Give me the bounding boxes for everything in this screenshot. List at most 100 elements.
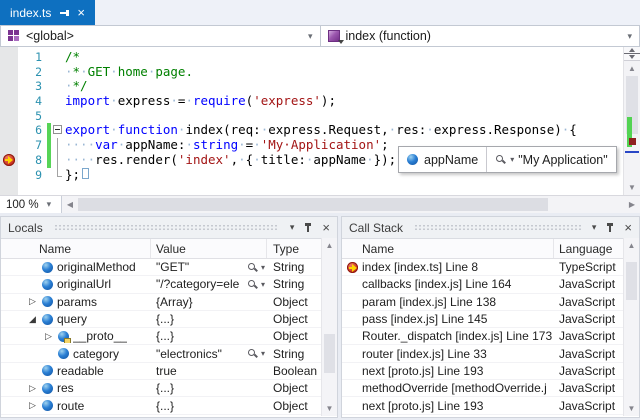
- datatip-variable[interactable]: appName: [399, 147, 486, 172]
- code-token: ·: [185, 137, 193, 152]
- zoom-selector[interactable]: 100 % ▾: [0, 196, 62, 213]
- scroll-down-button[interactable]: ▼: [322, 401, 337, 416]
- locals-row-originalMethod[interactable]: originalMethod"GET"▾String: [1, 259, 322, 276]
- scrollbar-thumb[interactable]: [324, 334, 335, 372]
- code-line-2[interactable]: ·*·GET·home·page.: [65, 65, 623, 80]
- pin-icon[interactable]: [303, 223, 313, 233]
- scrollbar-thumb[interactable]: [626, 262, 637, 300]
- column-header-name[interactable]: Name: [1, 239, 151, 258]
- value-visualizer[interactable]: ▾: [247, 279, 267, 290]
- callstack-column-headers[interactable]: Name Language: [342, 239, 639, 259]
- scrollbar-track[interactable]: [625, 253, 638, 401]
- tab-index-ts[interactable]: index.ts ×: [0, 0, 95, 25]
- column-header-type[interactable]: Type: [267, 239, 322, 258]
- code-line-5[interactable]: [65, 109, 623, 124]
- column-header-value[interactable]: Value: [151, 239, 267, 258]
- locals-row-route[interactable]: ▷route{...}Object: [1, 397, 322, 414]
- code-token: ,: [231, 152, 239, 167]
- locals-column-headers[interactable]: Name Value Type: [1, 239, 337, 259]
- magnifier-icon[interactable]: [247, 279, 258, 290]
- expander-collapsed-icon[interactable]: ▷: [27, 296, 38, 307]
- locals-row-proto[interactable]: ▷__proto__{...}Object: [1, 328, 322, 345]
- expander-collapsed-icon[interactable]: ▷: [43, 331, 54, 342]
- collapse-toggle-icon[interactable]: [52, 123, 65, 138]
- callstack-row-2[interactable]: callbacks [index.js] Line 164JavaScript: [342, 276, 624, 293]
- pin-icon[interactable]: [59, 8, 69, 18]
- code-line-1[interactable]: /*: [65, 50, 623, 65]
- callstack-row-7[interactable]: next [proto.js] Line 193JavaScript: [342, 363, 624, 380]
- callstack-row-3[interactable]: param [index.js] Line 138JavaScript: [342, 294, 624, 311]
- callstack-row-9[interactable]: next [proto.js] Line 193JavaScript: [342, 397, 624, 414]
- breakpoint-margin[interactable]: [0, 47, 18, 195]
- member-dropdown[interactable]: index (function) ▾: [321, 25, 640, 47]
- expander-expanded-icon[interactable]: ◢: [27, 314, 38, 325]
- locals-title-bar[interactable]: Locals ▾ ×: [1, 217, 337, 239]
- scroll-left-button[interactable]: ◀: [62, 196, 78, 213]
- scroll-right-button[interactable]: ▶: [624, 196, 640, 213]
- column-header-name[interactable]: Name: [342, 239, 554, 258]
- variable-value-cell: "electronics"▾: [151, 347, 267, 361]
- scope-dropdown-value: <global>: [26, 29, 302, 43]
- locals-row-res[interactable]: ▷res{...}Object: [1, 380, 322, 397]
- callstack-title-bar[interactable]: Call Stack ▾ ×: [342, 217, 639, 239]
- locals-row-category[interactable]: category"electronics"▾String: [1, 345, 322, 362]
- column-header-language[interactable]: Language: [554, 239, 624, 258]
- chevron-down-icon[interactable]: ▾: [261, 349, 265, 358]
- code-editor[interactable]: 123456789 /*·*·GET·home·page.·*/import·e…: [0, 47, 640, 195]
- code-line-4[interactable]: import·express·=·require('express');: [65, 94, 623, 109]
- magnifier-icon[interactable]: [247, 262, 258, 273]
- scroll-up-button[interactable]: ▲: [322, 238, 337, 253]
- value-visualizer[interactable]: ▾: [247, 262, 267, 273]
- line-number: 2: [18, 65, 46, 80]
- code-line-3[interactable]: ·*/: [65, 79, 623, 94]
- line-number: 7: [18, 138, 46, 153]
- close-icon[interactable]: ×: [322, 221, 330, 234]
- callstack-row-1[interactable]: index [index.ts] Line 8TypeScript: [342, 259, 624, 276]
- document-tab-bar: index.ts ×: [0, 0, 640, 25]
- close-icon[interactable]: ×: [77, 6, 85, 19]
- code-token: appName:: [125, 137, 185, 152]
- magnifier-icon[interactable]: [495, 154, 506, 165]
- editor-vertical-scrollbar[interactable]: ▲ ▼: [623, 47, 640, 195]
- expander-collapsed-icon[interactable]: ▷: [27, 400, 38, 411]
- locals-row-params[interactable]: ▷params{Array}Object: [1, 294, 322, 311]
- value-visualizer[interactable]: ▾: [247, 348, 267, 359]
- code-line-6[interactable]: export·function·index(req:·express.Reque…: [65, 123, 623, 138]
- chevron-down-icon[interactable]: ▾: [627, 32, 632, 41]
- callstack-vertical-scrollbar[interactable]: ▲ ▼: [623, 238, 639, 416]
- chevron-down-icon[interactable]: ▾: [510, 155, 514, 164]
- chevron-down-icon[interactable]: ▾: [47, 200, 52, 209]
- callstack-row-6[interactable]: router [index.js] Line 33JavaScript: [342, 345, 624, 362]
- outlining-margin[interactable]: [52, 47, 65, 195]
- window-position-icon[interactable]: ▾: [290, 223, 295, 232]
- chevron-down-icon[interactable]: ▾: [261, 263, 265, 272]
- expander-collapsed-icon[interactable]: ▷: [27, 383, 38, 394]
- scrollbar-thumb[interactable]: [78, 198, 548, 211]
- split-window-handle[interactable]: [624, 47, 640, 61]
- callstack-panel: Call Stack ▾ × Name Language index [inde…: [341, 216, 640, 418]
- scrollbar-track[interactable]: [323, 253, 336, 401]
- magnifier-icon[interactable]: [247, 348, 258, 359]
- callstack-row-4[interactable]: pass [index.js] Line 145JavaScript: [342, 311, 624, 328]
- locals-row-readable[interactable]: readabletrueBoolean: [1, 363, 322, 380]
- chevron-down-icon[interactable]: ▾: [261, 280, 265, 289]
- scroll-up-button[interactable]: ▲: [624, 61, 640, 76]
- callstack-row-5[interactable]: Router._dispatch [index.js] Line 173Java…: [342, 328, 624, 345]
- scope-dropdown[interactable]: <global> ▾: [0, 25, 321, 47]
- scroll-down-button[interactable]: ▼: [624, 180, 640, 195]
- close-icon[interactable]: ×: [624, 221, 632, 234]
- pin-icon[interactable]: [605, 223, 615, 233]
- scrollbar-track[interactable]: [625, 76, 639, 180]
- locals-row-query[interactable]: ◢query{...}Object: [1, 311, 322, 328]
- callstack-row-8[interactable]: methodOverride [methodOverride.jJavaScri…: [342, 380, 624, 397]
- member-dropdown-value: index (function): [346, 29, 622, 43]
- locals-vertical-scrollbar[interactable]: ▲ ▼: [321, 238, 337, 416]
- horizontal-scrollbar[interactable]: [78, 197, 624, 212]
- chevron-down-icon[interactable]: ▾: [308, 32, 313, 41]
- scroll-up-button[interactable]: ▲: [624, 238, 639, 253]
- locals-row-originalUrl[interactable]: originalUrl"/?category=ele▾String: [1, 276, 322, 293]
- variable-name-cell: originalMethod: [1, 260, 151, 274]
- scroll-down-button[interactable]: ▼: [624, 401, 639, 416]
- window-position-icon[interactable]: ▾: [592, 223, 597, 232]
- breakpoint-current-statement-icon[interactable]: [3, 154, 15, 166]
